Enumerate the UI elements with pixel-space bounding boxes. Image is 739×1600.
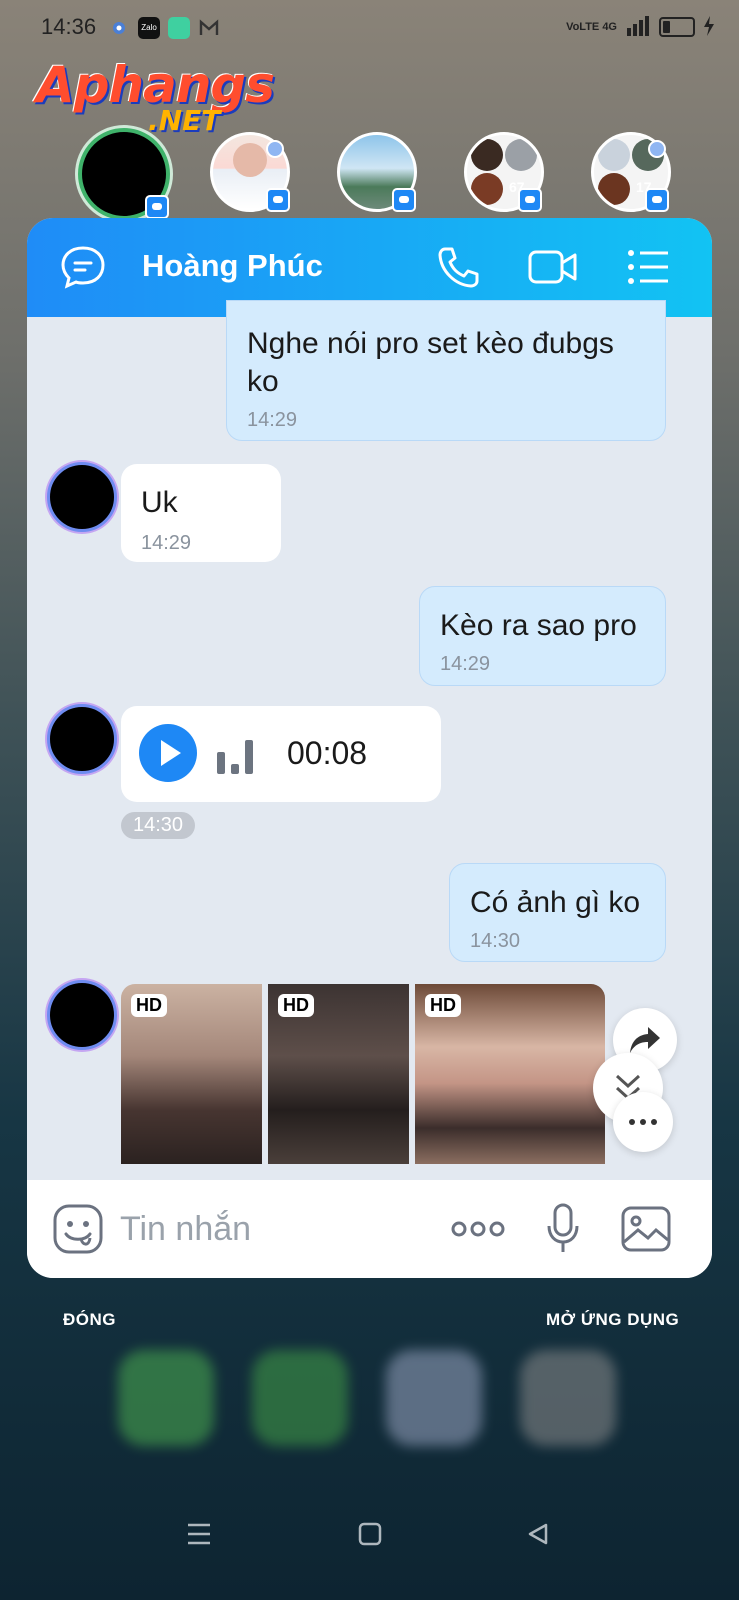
hd-badge: HD bbox=[425, 994, 461, 1017]
share-arrow-icon bbox=[630, 1027, 660, 1053]
home-icon[interactable] bbox=[358, 1522, 382, 1551]
battery-icon bbox=[659, 17, 695, 37]
video-call-icon[interactable] bbox=[527, 246, 579, 293]
contact-avatar[interactable] bbox=[47, 704, 117, 774]
zalo-badge-icon bbox=[145, 195, 169, 219]
blurred-app-icon bbox=[252, 1350, 348, 1446]
zalo-badge-icon bbox=[645, 188, 669, 212]
contact-avatar[interactable] bbox=[47, 462, 117, 532]
zalo-badge-icon bbox=[392, 188, 416, 212]
contact-name: Hoàng Phúc bbox=[142, 248, 323, 283]
blurred-app-icon bbox=[520, 1350, 616, 1446]
contact-avatar[interactable] bbox=[47, 980, 117, 1050]
message-text: Kèo ra sao pro bbox=[440, 609, 637, 642]
message-outgoing[interactable]: Nghe nói pro set kèo đubgs ko 14:29 bbox=[226, 300, 666, 441]
chat-bubble-icon[interactable] bbox=[59, 244, 107, 295]
status-bar: 14:36 Zalo VoLTE 4G bbox=[0, 0, 739, 56]
photo-album[interactable]: HD HD HD bbox=[121, 984, 605, 1164]
message-time: 14:30 bbox=[470, 930, 521, 952]
signal-icon bbox=[625, 15, 651, 39]
message-outgoing[interactable]: Có ảnh gì ko 14:30 bbox=[449, 863, 666, 962]
close-button[interactable]: ĐÓNG bbox=[63, 1310, 116, 1330]
play-icon bbox=[161, 740, 181, 766]
blurred-app-icon bbox=[386, 1350, 482, 1446]
message-text: Nghe nói pro set kèo đubgs ko bbox=[247, 327, 614, 398]
message-time: 14:29 bbox=[440, 653, 491, 675]
menu-list-icon[interactable] bbox=[627, 248, 671, 291]
zalo-badge-icon bbox=[518, 188, 542, 212]
online-dot bbox=[266, 140, 284, 158]
more-options-button[interactable] bbox=[613, 1092, 673, 1152]
voice-message[interactable]: 00:08 bbox=[121, 706, 441, 802]
system-nav-bar bbox=[0, 1510, 739, 1570]
app-icon bbox=[168, 17, 190, 39]
image-picker-icon[interactable] bbox=[621, 1206, 671, 1257]
open-app-button[interactable]: MỞ ỨNG DỤNG bbox=[546, 1310, 679, 1330]
chat-bubble-window: Hoàng Phúc Nghe nói pro set kèo đubgs ko… bbox=[27, 218, 712, 1278]
photo-thumbnail[interactable]: HD bbox=[121, 984, 262, 1164]
message-incoming[interactable]: Uk 14:29 bbox=[121, 464, 281, 562]
message-outgoing[interactable]: Kèo ra sao pro 14:29 bbox=[419, 586, 666, 686]
message-time: 14:29 bbox=[141, 532, 192, 554]
message-time: 14:29 bbox=[247, 409, 298, 431]
status-right-group: VoLTE 4G bbox=[566, 14, 715, 40]
status-time: 14:36 bbox=[41, 14, 97, 39]
message-input-bar: Tin nhắn bbox=[27, 1180, 712, 1278]
message-text: Uk bbox=[141, 486, 178, 519]
blurred-app-icon bbox=[118, 1350, 214, 1446]
charging-icon bbox=[703, 15, 715, 39]
network-label: VoLTE 4G bbox=[566, 21, 617, 33]
emoji-sticker-icon[interactable] bbox=[53, 1204, 103, 1259]
voice-duration: 00:08 bbox=[287, 735, 368, 771]
recents-icon[interactable] bbox=[186, 1522, 212, 1551]
gmail-icon bbox=[198, 17, 220, 39]
settings-icon bbox=[108, 17, 130, 39]
photo-thumbnail[interactable]: HD bbox=[268, 984, 409, 1164]
more-dots-icon bbox=[629, 1119, 657, 1125]
watermark-logo-suffix: .NET bbox=[148, 104, 221, 137]
photo-thumbnail[interactable]: HD bbox=[415, 984, 605, 1164]
more-options-icon[interactable] bbox=[451, 1220, 505, 1243]
waveform-icon bbox=[215, 736, 257, 781]
back-icon[interactable] bbox=[526, 1522, 550, 1551]
zalo-icon: Zalo bbox=[138, 17, 160, 39]
message-text: Có ảnh gì ko bbox=[470, 886, 641, 919]
microphone-icon[interactable] bbox=[545, 1202, 581, 1261]
zalo-badge-icon bbox=[266, 188, 290, 212]
message-input[interactable]: Tin nhắn bbox=[120, 1210, 251, 1249]
hd-badge: HD bbox=[278, 994, 314, 1017]
message-time: 14:30 bbox=[121, 812, 196, 839]
online-dot bbox=[648, 140, 666, 158]
hd-badge: HD bbox=[131, 994, 167, 1017]
phone-call-icon[interactable] bbox=[435, 244, 481, 295]
play-button[interactable] bbox=[139, 724, 197, 782]
